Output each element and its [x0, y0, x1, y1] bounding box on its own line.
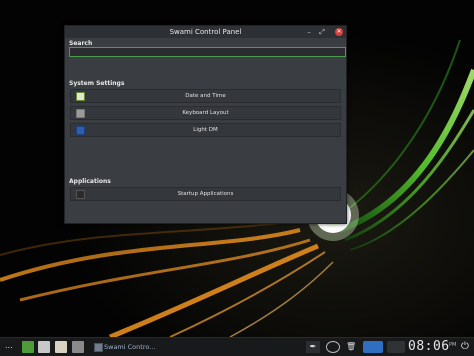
- taskbar-window-label: Swami Contro...: [104, 343, 156, 351]
- startup-applications-button[interactable]: Startup Applications: [70, 187, 341, 201]
- pen-icon[interactable]: ✒: [306, 341, 320, 353]
- startup-applications-label: Startup Applications: [177, 191, 234, 197]
- window-titlebar[interactable]: Swami Control Panel – ⤢ ✕: [65, 26, 346, 38]
- window-title: Swami Control Panel: [169, 28, 242, 36]
- taskbar-window-swami[interactable]: Swami Contro...: [92, 341, 160, 353]
- minimize-button[interactable]: –: [304, 26, 314, 38]
- window-app-icon: [94, 343, 103, 352]
- taskbar: ... Swami Contro... ✒ 🗑 08:06 PM ⏻: [0, 337, 474, 356]
- text-editor-icon[interactable]: [55, 341, 67, 353]
- light-dm-label: Light DM: [193, 127, 218, 133]
- settings-icon[interactable]: [72, 341, 84, 353]
- menu-button[interactable]: ...: [5, 341, 17, 353]
- trash-icon[interactable]: 🗑: [346, 341, 356, 353]
- volume-icon[interactable]: [387, 341, 405, 353]
- power-icon[interactable]: ⏻: [459, 341, 471, 353]
- network-icon[interactable]: [363, 341, 383, 353]
- keyboard-layout-button[interactable]: Keyboard Layout: [70, 106, 341, 120]
- clock-ampm: PM: [449, 342, 457, 348]
- file-manager-icon[interactable]: [38, 341, 50, 353]
- light-dm-button[interactable]: Light DM: [70, 123, 341, 137]
- close-button[interactable]: ✕: [335, 28, 343, 36]
- keyboard-layout-label: Keyboard Layout: [182, 110, 229, 116]
- clock[interactable]: 08:06: [408, 339, 450, 355]
- control-panel-window: Swami Control Panel – ⤢ ✕ Search System …: [64, 25, 347, 224]
- launcher-green-icon[interactable]: [22, 341, 34, 353]
- system-settings-label: System Settings: [69, 80, 125, 87]
- search-input[interactable]: [69, 47, 346, 57]
- dial-icon[interactable]: [326, 341, 340, 353]
- maximize-button[interactable]: ⤢: [317, 26, 327, 38]
- applications-label: Applications: [69, 178, 111, 185]
- date-and-time-label: Date and Time: [185, 93, 226, 99]
- search-section-label: Search: [69, 40, 93, 47]
- date-and-time-button[interactable]: Date and Time: [70, 89, 341, 103]
